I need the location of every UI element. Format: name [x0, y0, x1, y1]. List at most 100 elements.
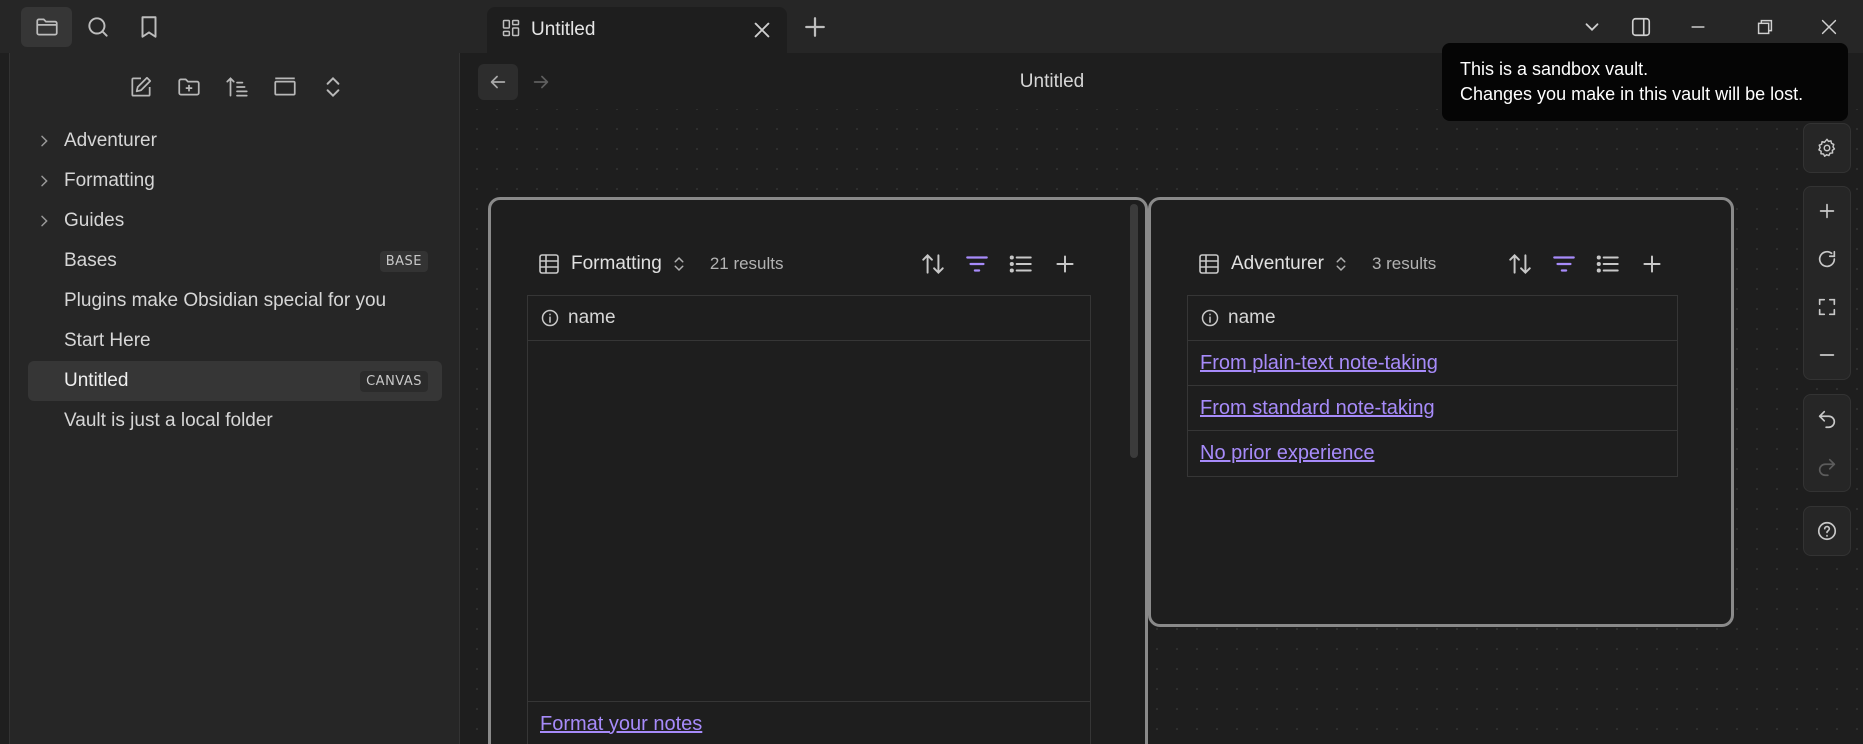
filter-icon	[1553, 256, 1575, 272]
edit-icon	[131, 76, 152, 97]
undo-button[interactable]	[1804, 395, 1850, 443]
new-note-button[interactable]	[123, 69, 159, 105]
note-link[interactable]: From standard note-taking	[1200, 397, 1435, 420]
plus-icon	[1056, 255, 1074, 273]
tree-folder-formatting[interactable]: Formatting	[28, 161, 442, 201]
tree-folder-adventurer[interactable]: Adventurer	[28, 121, 442, 161]
close-icon	[1821, 19, 1837, 35]
close-tab-icon[interactable]	[751, 19, 773, 41]
column-header-name[interactable]: name	[1188, 296, 1677, 341]
table-row[interactable]: No prior experience	[1188, 431, 1677, 476]
toggle-right-sidebar-button[interactable]	[1624, 10, 1658, 44]
tree-item-label: Untitled	[64, 370, 129, 391]
redo-icon	[1818, 458, 1836, 477]
note-link[interactable]: From plain-text note-taking	[1200, 352, 1438, 375]
properties-button[interactable]	[1593, 249, 1623, 279]
sort-icon	[922, 253, 944, 275]
table-empty-area	[528, 341, 1090, 701]
table-row[interactable]: From standard note-taking	[1188, 386, 1677, 431]
sort-button[interactable]	[1505, 249, 1535, 279]
gear-icon	[1818, 138, 1836, 157]
tree-item-label: Bases	[64, 250, 117, 271]
search-button[interactable]	[72, 7, 123, 47]
maximize-icon	[1818, 298, 1836, 316]
chevron-down-icon	[1585, 23, 1599, 32]
zoom-to-fit-button[interactable]	[1804, 283, 1850, 331]
file-explorer: Adventurer Formatting Guides Bases BASE …	[0, 53, 460, 744]
collapse-all-button[interactable]	[315, 69, 351, 105]
help-icon	[1817, 521, 1837, 541]
new-tab-icon[interactable]	[800, 12, 830, 42]
plus-icon	[1819, 203, 1835, 219]
chevron-right-icon[interactable]	[36, 213, 52, 229]
sort-button[interactable]	[918, 249, 948, 279]
tab-untitled[interactable]: Untitled	[487, 7, 787, 53]
chevron-right-icon[interactable]	[36, 133, 52, 149]
filter-button[interactable]	[962, 249, 992, 279]
file-tree: Adventurer Formatting Guides Bases BASE …	[28, 121, 442, 441]
plus-icon	[1643, 255, 1661, 273]
result-count: 3 results	[1371, 254, 1437, 273]
base-view-selector[interactable]: Adventurer 3 results	[1197, 246, 1436, 282]
sort-icon	[226, 77, 248, 97]
search-icon	[87, 16, 108, 37]
new-entry-button[interactable]	[1050, 249, 1080, 279]
maximize-button[interactable]	[1748, 10, 1782, 44]
file-explorer-button[interactable]	[21, 6, 72, 47]
tree-item-label: Plugins make Obsidian special for you	[64, 290, 387, 311]
sort-icon	[1509, 253, 1531, 275]
tab-list-button[interactable]	[1575, 10, 1609, 44]
base-toolbar-actions	[918, 249, 1080, 279]
base-view-name: Formatting	[571, 253, 662, 274]
sort-button[interactable]	[219, 69, 255, 105]
base-view-selector[interactable]: Formatting 21 results	[537, 246, 784, 282]
chevron-right-icon[interactable]	[36, 173, 52, 189]
column-header-name[interactable]: name	[528, 296, 1090, 341]
minimize-button[interactable]	[1681, 10, 1715, 44]
reset-zoom-button[interactable]	[1804, 235, 1850, 283]
table-row[interactable]: Format your notes	[528, 701, 1090, 744]
close-window-button[interactable]	[1812, 10, 1846, 44]
result-count: 21 results	[709, 254, 784, 273]
properties-button[interactable]	[1006, 249, 1036, 279]
base-table-adventurer: name From plain-text note-taking From st…	[1187, 295, 1678, 477]
tree-file-untitled[interactable]: Untitled CANVAS	[28, 361, 442, 401]
new-entry-button[interactable]	[1637, 249, 1667, 279]
zoom-in-button[interactable]	[1804, 187, 1850, 235]
canvas-icon	[501, 18, 521, 43]
canvas-help-button[interactable]	[1804, 507, 1850, 555]
sandbox-tooltip: This is a sandbox vault. Changes you mak…	[1442, 43, 1848, 121]
new-folder-button[interactable]	[171, 69, 207, 105]
table-row[interactable]: From plain-text note-taking	[1188, 341, 1677, 386]
table-icon	[1199, 254, 1219, 274]
card-scrollbar[interactable]	[1130, 204, 1138, 458]
folder-plus-icon	[178, 78, 200, 96]
tree-item-label: Guides	[64, 210, 125, 231]
tree-file-plugins[interactable]: Plugins make Obsidian special for you	[28, 281, 442, 321]
help-group	[1803, 506, 1851, 556]
tree-item-label: Formatting	[64, 170, 155, 191]
canvas-settings-button[interactable]	[1804, 124, 1850, 172]
sidebar-right-icon	[1631, 17, 1651, 37]
tree-file-bases[interactable]: Bases BASE	[28, 241, 442, 281]
minus-icon	[1819, 354, 1835, 356]
column-header-label: name	[568, 307, 616, 328]
zoom-out-button[interactable]	[1804, 331, 1850, 379]
base-table-formatting: name Format your notes	[527, 295, 1091, 744]
base-toolbar-actions	[1505, 249, 1667, 279]
file-explorer-toolbar	[123, 69, 351, 105]
tree-folder-guides[interactable]: Guides	[28, 201, 442, 241]
minimize-icon	[1691, 26, 1705, 28]
note-link[interactable]: Format your notes	[540, 713, 702, 736]
tree-file-start-here[interactable]: Start Here	[28, 321, 442, 361]
file-type-badge: CANVAS	[360, 371, 428, 392]
note-link[interactable]: No prior experience	[1200, 442, 1375, 465]
auto-reveal-button[interactable]	[267, 69, 303, 105]
folder-icon	[35, 18, 58, 35]
filter-button[interactable]	[1549, 249, 1579, 279]
list-icon	[1009, 255, 1032, 273]
refresh-icon	[1818, 250, 1836, 268]
bookmarks-button[interactable]	[123, 7, 174, 47]
tree-file-vault-folder[interactable]: Vault is just a local folder	[28, 401, 442, 441]
redo-button[interactable]	[1804, 443, 1850, 491]
